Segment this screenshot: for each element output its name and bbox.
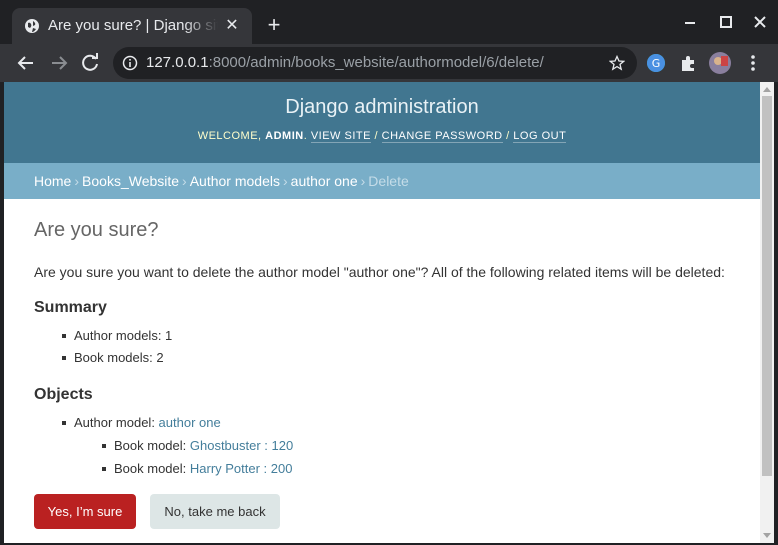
scroll-down-icon[interactable] [763,533,771,538]
new-tab-icon[interactable]: + [262,14,286,38]
close-window-icon[interactable] [750,12,770,32]
back-icon[interactable] [14,51,38,75]
summary-heading: Summary [34,299,107,316]
minimize-icon[interactable] [680,12,700,32]
reload-icon[interactable] [78,51,102,75]
url-path: :8000/admin/books_website/authormodel/6/… [208,54,544,71]
browser-toolbar: 127.0.0.1:8000/admin/books_website/autho… [0,44,778,82]
user-tools: WELCOME, ADMIN. VIEW SITE / CHANGE PASSW… [197,130,567,143]
bookmark-star-icon[interactable] [609,55,625,71]
list-item: Book model: Ghostbuster : 120 [101,437,293,460]
extensions-puzzle-icon[interactable] [678,53,698,73]
tab-title: Are you sure? | Django site admin [48,17,218,34]
profile-avatar[interactable] [709,52,731,74]
browser-tab[interactable]: Are you sure? | Django site admin ✕ [12,8,252,44]
summary-item: Author models: 1 [61,327,172,349]
confirm-delete-button[interactable]: Yes, I’m sure [34,494,136,529]
summary-item: Book models: 2 [61,349,172,371]
address-bar[interactable]: 127.0.0.1:8000/admin/books_website/autho… [113,47,637,79]
breadcrumb-home[interactable]: Home [34,173,71,189]
view-site-link[interactable]: VIEW SITE [310,130,371,143]
forward-icon[interactable] [47,51,71,75]
author-label: Author model: [74,415,159,430]
svg-text:G: G [652,57,661,70]
list-item: Book model: Harry Potter : 200 [101,460,293,482]
book-label: Book model: [114,438,190,453]
scrollbar[interactable] [760,82,774,543]
grammarly-extension-icon[interactable]: G [646,53,666,73]
admin-header: Django administration WELCOME, ADMIN. VI… [4,82,760,163]
info-icon[interactable] [122,55,138,71]
tab-close-icon[interactable]: ✕ [222,16,242,36]
breadcrumb-author-one[interactable]: author one [291,173,358,189]
maximize-icon[interactable] [716,12,736,32]
delete-question: Are you sure you want to delete the auth… [34,264,725,280]
welcome-text: WELCOME, [197,130,266,142]
browser-titlebar: Are you sure? | Django site admin ✕ + [0,0,778,44]
breadcrumb: Home › Books_Website › Author models › author … [4,163,760,199]
book-link[interactable]: Harry Potter : 200 [190,461,293,476]
log-out-link[interactable]: LOG OUT [513,130,567,143]
url-text: 127.0.0.1:8000/admin/books_website/autho… [146,54,544,71]
username: ADMIN [265,130,304,142]
page-title: Are you sure? [34,219,159,241]
scroll-up-icon[interactable] [763,87,771,92]
breadcrumb-books-website[interactable]: Books_Website [82,173,179,189]
page-content: Django administration WELCOME, ADMIN. VI… [4,82,760,543]
list-item: Author model: author one [62,414,221,436]
breadcrumb-current: Delete [368,173,409,189]
book-link[interactable]: Ghostbuster : 120 [190,438,293,453]
objects-list: Author model: author one [62,414,221,436]
related-books-list: Book model: Ghostbuster : 120 Book model… [101,437,293,482]
author-link[interactable]: author one [159,415,221,430]
site-name[interactable]: Django administration [4,96,760,119]
book-label: Book model: [114,461,190,476]
summary-list: Author models: 1 Book models: 2 [61,327,172,371]
url-host: 127.0.0.1 [146,54,209,71]
objects-heading: Objects [34,386,93,403]
change-password-link[interactable]: CHANGE PASSWORD [381,130,503,143]
breadcrumb-author-models[interactable]: Author models [190,173,280,189]
cancel-button[interactable]: No, take me back [150,494,280,529]
menu-kebab-icon[interactable] [745,53,761,73]
globe-icon [25,19,39,33]
scroll-thumb[interactable] [762,96,772,476]
